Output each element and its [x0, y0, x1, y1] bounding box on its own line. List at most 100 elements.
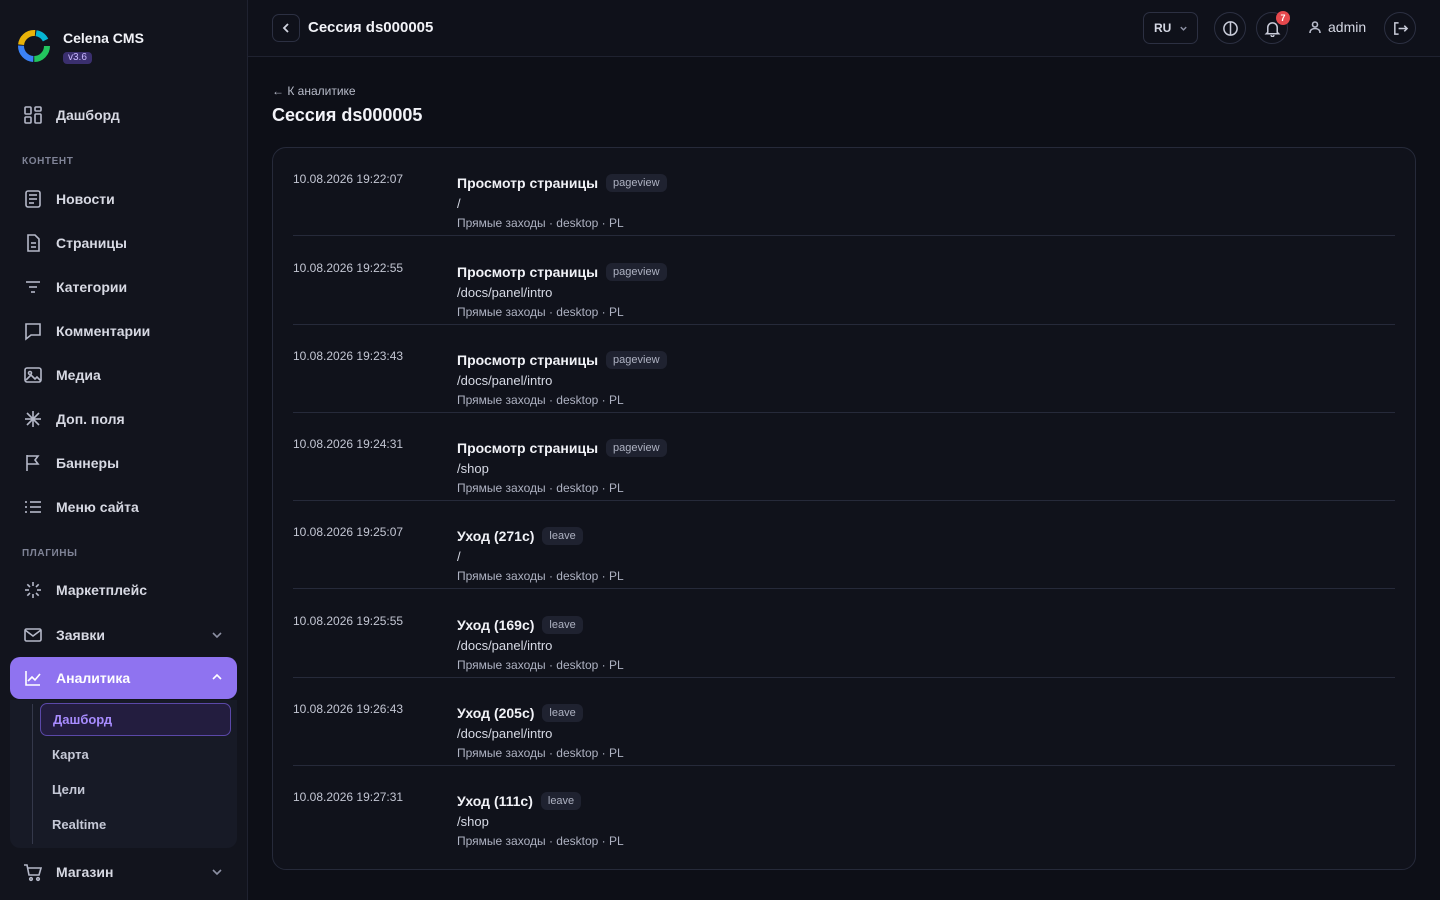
- sidebar-item-label: Аналитика: [56, 670, 131, 686]
- brand[interactable]: Celena CMS v3.6: [16, 28, 144, 64]
- page-title: Сессия ds000005: [272, 105, 423, 125]
- event-type-badge: leave: [542, 616, 583, 634]
- sidebar-item-requests[interactable]: Заявки: [10, 615, 237, 655]
- event-path: /shop: [457, 814, 489, 829]
- event-meta: Прямые заходы · desktop · PL: [457, 481, 624, 495]
- session-events-card: 10.08.2026 19:22:07 Просмотр страницы pag…: [272, 147, 1416, 870]
- sidebar-item-comments[interactable]: Комментарии: [10, 311, 237, 351]
- notification-count-badge: 7: [1276, 11, 1290, 25]
- event-path: /docs/panel/intro: [457, 638, 553, 653]
- event-path: /docs/panel/intro: [457, 285, 553, 300]
- logout-icon: [1393, 21, 1408, 35]
- logout-button[interactable]: [1384, 12, 1416, 44]
- event-path: /: [457, 549, 461, 564]
- event-title: Просмотр страницы: [457, 352, 599, 368]
- submenu-guide-line: [32, 704, 33, 844]
- sidebar-item-categories[interactable]: Категории: [10, 267, 237, 307]
- submenu-item-realtime[interactable]: Realtime: [40, 808, 231, 841]
- event-time: 10.08.2026 19:22:07: [293, 172, 404, 186]
- sidebar-item-marketplace[interactable]: Маркетплейс: [10, 570, 237, 610]
- sidebar-item-banners[interactable]: Баннеры: [10, 443, 237, 483]
- event-time: 10.08.2026 19:22:55: [293, 261, 404, 275]
- event-row: 10.08.2026 19:25:55 Уход (169с) leave /do…: [293, 590, 1395, 678]
- chevron-down-icon: [1180, 26, 1188, 31]
- celena-logo-icon: [18, 30, 50, 62]
- sidebar-item-label: Страницы: [56, 235, 127, 251]
- event-title: Просмотр страницы: [457, 264, 599, 280]
- sidebar-item-dashboard[interactable]: Дашборд: [10, 95, 237, 135]
- event-path: /docs/panel/intro: [457, 373, 553, 388]
- event-row: 10.08.2026 19:24:31 Просмотр страницы pag…: [293, 413, 1395, 501]
- event-path: /: [457, 196, 461, 211]
- event-title: Просмотр страницы: [457, 175, 599, 191]
- language-label: RU: [1154, 21, 1172, 35]
- event-type-badge: pageview: [606, 351, 667, 369]
- sidebar-item-label: Баннеры: [56, 455, 120, 471]
- sidebar: Celena CMS v3.6 Дашборд КОНТЕНТ Новости …: [0, 0, 248, 900]
- language-select[interactable]: RU: [1143, 12, 1198, 44]
- chart-line-icon: [22, 667, 44, 689]
- analytics-submenu: Дашборд Карта Цели Realtime: [10, 700, 237, 848]
- submenu-item-dashboard[interactable]: Дашборд: [40, 703, 231, 736]
- sidebar-item-label: Меню сайта: [56, 499, 139, 515]
- event-meta: Прямые заходы · desktop · PL: [457, 746, 624, 760]
- flag-icon: [22, 452, 44, 474]
- event-title: Уход (169с): [457, 617, 535, 633]
- asterisk-icon: [22, 408, 44, 430]
- comment-icon: [22, 320, 44, 342]
- event-type-badge: pageview: [606, 263, 667, 281]
- event-title: Уход (271с): [457, 528, 535, 544]
- chevron-up-icon: [211, 670, 223, 682]
- sidebar-item-pages[interactable]: Страницы: [10, 223, 237, 263]
- version-badge: v3.6: [63, 51, 92, 64]
- event-title: Уход (111с): [457, 793, 533, 809]
- sidebar-item-analytics[interactable]: Аналитика: [10, 657, 237, 699]
- theme-toggle-button[interactable]: [1214, 12, 1246, 44]
- event-meta: Прямые заходы · desktop · PL: [457, 305, 624, 319]
- sidebar-item-label: Доп. поля: [56, 411, 125, 427]
- event-meta: Прямые заходы · desktop · PL: [457, 393, 624, 407]
- event-type-badge: pageview: [606, 439, 667, 457]
- event-meta: Прямые заходы · desktop · PL: [457, 658, 624, 672]
- file-icon: [22, 232, 44, 254]
- notifications-button[interactable]: 7: [1256, 11, 1290, 44]
- event-time: 10.08.2026 19:27:31: [293, 790, 404, 804]
- event-time: 10.08.2026 19:25:07: [293, 525, 404, 539]
- sidebar-item-label: Магазин: [56, 864, 114, 880]
- topbar-title: Сессия ds000005: [308, 19, 434, 36]
- brand-name: Celena CMS: [63, 29, 144, 46]
- event-row: 10.08.2026 19:27:31 Уход (111с) leave /sh…: [293, 766, 1395, 854]
- back-to-analytics-link[interactable]: ← К аналитике: [272, 84, 356, 98]
- filter-icon: [22, 276, 44, 298]
- sidebar-item-label: Дашборд: [56, 107, 120, 123]
- event-time: 10.08.2026 19:26:43: [293, 702, 404, 716]
- section-label-content: КОНТЕНТ: [22, 156, 74, 167]
- mail-icon: [22, 624, 44, 646]
- submenu-item-map[interactable]: Карта: [40, 738, 231, 771]
- event-time: 10.08.2026 19:24:31: [293, 437, 404, 451]
- sidebar-item-media[interactable]: Медиа: [10, 355, 237, 395]
- sidebar-item-label: Медиа: [56, 367, 101, 383]
- sidebar-item-shop[interactable]: Магазин: [10, 852, 237, 892]
- grid-icon: [22, 104, 44, 126]
- user-name: admin: [1328, 19, 1367, 35]
- event-time: 10.08.2026 19:25:55: [293, 614, 404, 628]
- event-row: 10.08.2026 19:25:07 Уход (271с) leave / П…: [293, 501, 1395, 589]
- submenu-item-goals[interactable]: Цели: [40, 773, 231, 806]
- event-type-badge: leave: [542, 527, 583, 545]
- sidebar-item-site-menu[interactable]: Меню сайта: [10, 487, 237, 527]
- cart-icon: [22, 861, 44, 883]
- newspaper-icon: [22, 188, 44, 210]
- event-meta: Прямые заходы · desktop · PL: [457, 834, 624, 848]
- event-path: /shop: [457, 461, 489, 476]
- back-button[interactable]: [272, 14, 300, 42]
- event-meta: Прямые заходы · desktop · PL: [457, 569, 624, 583]
- user-menu[interactable]: admin: [1308, 19, 1366, 35]
- sidebar-item-label: Заявки: [56, 627, 105, 643]
- sidebar-item-news[interactable]: Новости: [10, 179, 237, 219]
- event-row: 10.08.2026 19:22:55 Просмотр страницы pag…: [293, 237, 1395, 325]
- sidebar-item-extra-fields[interactable]: Доп. поля: [10, 399, 237, 439]
- section-label-plugins: ПЛАГИНЫ: [22, 548, 78, 559]
- loader-icon: [22, 579, 44, 601]
- event-row: 10.08.2026 19:26:43 Уход (205с) leave /do…: [293, 678, 1395, 766]
